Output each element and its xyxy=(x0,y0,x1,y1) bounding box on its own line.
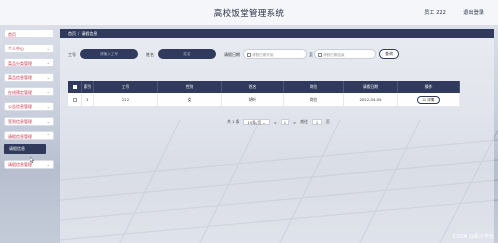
main-panel xyxy=(60,29,494,243)
col-gender: 性别 xyxy=(158,81,222,93)
breadcrumb-current: 请假信息 xyxy=(81,31,98,36)
mouse-pointer-icon xyxy=(30,157,35,163)
logout-link[interactable]: 退出登录 xyxy=(463,9,484,16)
col-gonghao: 工号 xyxy=(94,81,158,93)
cell-gender: 女 xyxy=(158,92,222,107)
detail-label: 详情 xyxy=(427,97,435,102)
goto-label: 前往 xyxy=(300,119,308,124)
detail-button[interactable]: ☑ 详情 xyxy=(416,95,441,104)
cell-post: 岗位 xyxy=(284,92,344,107)
cell-name: 胡叶 xyxy=(222,92,284,107)
sidebar-item-dish-category[interactable]: 菜品分类管理 ⌄ xyxy=(4,58,54,68)
row-select-cell xyxy=(68,92,82,107)
sidebar-item-label: 请假信息管理 xyxy=(8,133,32,139)
gonghao-label: 工号 xyxy=(68,51,76,57)
cell-gonghao: 222 xyxy=(94,92,158,107)
page-size-select[interactable]: 10条/页 ⌄ xyxy=(243,119,270,125)
gonghao-input[interactable]: 请输入工号 xyxy=(80,49,138,59)
date-end-placeholder: 请假日期结束 xyxy=(323,53,345,57)
sidebar-item-label: 个人中心 xyxy=(8,46,24,52)
page-number[interactable]: 1 xyxy=(280,119,290,125)
sidebar-item-label: 签到信息管理 xyxy=(8,119,32,125)
chevron-down-icon: ⌄ xyxy=(46,118,50,124)
total-count: 共 1 条 xyxy=(227,119,240,124)
chevron-down-icon: ⌄ xyxy=(46,45,50,51)
cell-date: 2022-04-05 xyxy=(344,92,398,107)
name-input[interactable]: 姓名 xyxy=(158,49,216,59)
goto-suffix: 页 xyxy=(325,119,330,124)
table-row: 1 222 女 胡叶 岗位 2022-04-05 ☑ 详情 xyxy=(68,92,460,107)
cell-action: ☑ 详情 xyxy=(398,92,460,107)
chevron-up-icon: ⌃ xyxy=(46,133,50,139)
col-date: 请假日期 xyxy=(344,81,398,93)
calendar-icon xyxy=(317,52,322,57)
name-label: 姓名 xyxy=(146,51,154,57)
chevron-down-icon: ⌄ xyxy=(46,103,50,109)
page-size-value: 10条/页 xyxy=(247,120,262,125)
sidebar-item-reservation[interactable]: 在线预定管理 ⌄ xyxy=(4,87,54,97)
col-post: 岗位 xyxy=(284,81,344,93)
date-end-picker[interactable]: 请假日期结束 xyxy=(314,49,376,59)
breadcrumb-home[interactable]: 首页 xyxy=(68,31,76,36)
calendar-icon xyxy=(246,52,251,57)
row-checkbox[interactable] xyxy=(72,97,77,102)
sidebar-item-profile[interactable]: 个人中心 ⌄ xyxy=(4,43,54,53)
sidebar-item-leave-duplicate[interactable]: 请假信息管理 ⌄ xyxy=(4,159,54,169)
select-all-cell xyxy=(68,81,82,93)
prev-page-button[interactable]: < xyxy=(274,120,277,125)
sidebar-item-signin[interactable]: 签到信息管理 ⌄ xyxy=(4,116,54,126)
chevron-down-icon: ⌄ xyxy=(46,161,50,167)
sidebar-item-notice[interactable]: 公告信息管理 ⌄ xyxy=(4,101,54,111)
pagination: 共 1 条 10条/页 ⌄ < 1 > 前往 1 页 xyxy=(227,118,330,126)
sidebar-item-home[interactable]: 首页 xyxy=(4,29,54,38)
col-name: 姓名 xyxy=(222,81,284,93)
sidebar-item-dish-info[interactable]: 菜品信息管理 ⌄ xyxy=(4,72,54,82)
chevron-down-icon: ⌄ xyxy=(46,60,50,66)
leave-table: 索引 工号 性别 姓名 岗位 请假日期 操作 1 222 女 胡叶 岗位 202… xyxy=(68,81,460,107)
select-all-checkbox[interactable] xyxy=(72,85,77,89)
sidebar-item-label: 菜品信息管理 xyxy=(8,75,32,81)
sidebar-item-label: 菜品分类管理 xyxy=(8,60,32,66)
table-header: 索引 工号 性别 姓名 岗位 请假日期 操作 xyxy=(68,81,460,93)
date-start-placeholder: 请假日期开始 xyxy=(252,53,274,57)
col-index: 索引 xyxy=(82,81,94,93)
search-button[interactable]: 查询 xyxy=(379,49,399,59)
chevron-down-icon: ⌄ xyxy=(46,74,50,80)
breadcrumb: 首页 / 请假信息 xyxy=(60,29,494,38)
goto-input[interactable]: 1 xyxy=(311,119,322,125)
date-to-label: 至 xyxy=(309,51,313,57)
cell-index: 1 xyxy=(82,92,94,107)
sidebar-item-label: 首页 xyxy=(8,31,16,37)
col-action: 操作 xyxy=(398,81,460,93)
date-start-picker[interactable]: 请假日期开始 xyxy=(243,49,307,59)
watermark: CSDN @枫少学长 xyxy=(453,234,494,240)
sidebar-subitem-leave-info[interactable]: 请假信息 xyxy=(4,143,46,154)
next-page-button[interactable]: > xyxy=(293,120,296,125)
current-user: 员工 222 xyxy=(424,10,446,16)
sidebar-item-label: 在线预定管理 xyxy=(8,89,32,95)
chevron-down-icon: ⌄ xyxy=(46,89,50,95)
sidebar-item-label: 公告信息管理 xyxy=(8,104,32,110)
sidebar: 首页 个人中心 ⌄ 菜品分类管理 ⌄ 菜品信息管理 ⌄ 在线预定管理 ⌄ 公告信息管理 ⌄… xyxy=(4,29,54,174)
top-header: 高校饭堂管理系统 员工 222 退出登录 xyxy=(0,0,498,26)
sidebar-item-label: 请假信息管理 xyxy=(8,162,32,168)
date-label: 请假日期 xyxy=(224,51,240,57)
breadcrumb-separator: / xyxy=(78,31,80,36)
sidebar-item-leave[interactable]: 请假信息管理 ⌃ xyxy=(4,131,54,141)
